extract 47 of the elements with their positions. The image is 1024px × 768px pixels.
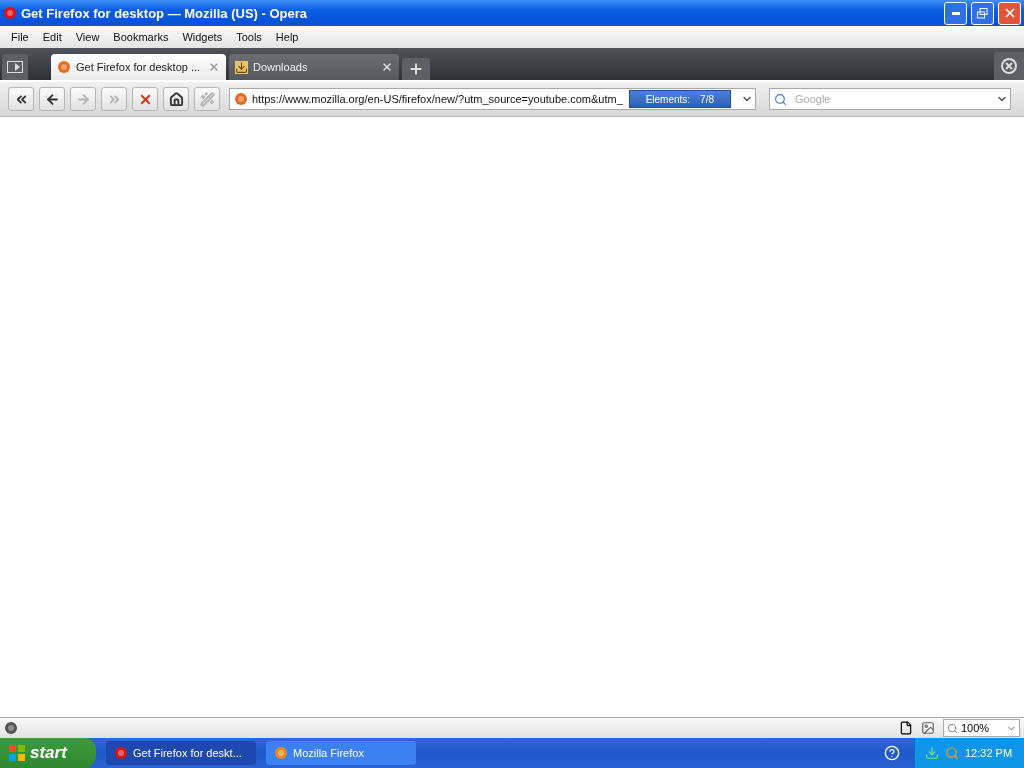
magnifier-icon <box>947 722 958 734</box>
minimize-button[interactable] <box>944 1 967 25</box>
menu-item[interactable]: File <box>4 31 36 43</box>
panel-icon <box>7 61 23 73</box>
taskbar-button[interactable]: Mozilla Firefox <box>266 741 416 765</box>
menu-item[interactable]: Edit <box>35 31 69 43</box>
help-icon[interactable] <box>884 745 900 761</box>
new-tab-button[interactable] <box>402 58 430 80</box>
browser-tab[interactable]: Downloads <box>229 54 399 80</box>
image-icon[interactable] <box>921 721 935 735</box>
menu-item[interactable]: Help <box>268 31 306 43</box>
close-icon[interactable] <box>208 61 220 73</box>
taskbar-button[interactable]: Get Firefox for deskt... <box>106 741 256 765</box>
stop-button[interactable] <box>132 87 158 111</box>
app-icon <box>3 6 17 20</box>
restore-icon <box>977 7 988 19</box>
menu-item[interactable]: View <box>68 31 107 43</box>
window-title: Get Firefox for desktop — Mozilla (US) - Opera <box>21 5 309 21</box>
home-button[interactable] <box>163 87 189 111</box>
panel-toggle-button[interactable] <box>2 54 28 80</box>
wand-icon <box>199 91 215 107</box>
plus-icon <box>408 61 424 77</box>
ring-icon <box>114 746 128 760</box>
forward-icon <box>75 91 91 107</box>
document-icon[interactable] <box>899 721 913 735</box>
close-button[interactable] <box>998 1 1021 25</box>
elements-badge: Elements: 7/8 <box>628 90 731 108</box>
search-icon <box>774 92 787 106</box>
circled-x-icon <box>1000 57 1018 75</box>
clock: 12:32 PM <box>965 747 1013 759</box>
zoom-field[interactable]: 100% <box>943 719 1020 737</box>
back-icon <box>44 91 60 107</box>
download-icon <box>235 60 248 74</box>
menu-item[interactable]: Widgets <box>175 31 230 43</box>
close-icon[interactable] <box>381 61 393 73</box>
address-field[interactable]: https://www.mozilla.org/en-US/firefox/new/?utm_source=youtube.com&utm_ Elements: 7/8 <box>229 88 756 110</box>
back-button[interactable] <box>39 87 65 111</box>
windows-logo-icon <box>8 744 26 762</box>
browser-tab[interactable]: Get Firefox for desktop ... <box>51 54 226 80</box>
rewind-button[interactable] <box>8 87 34 111</box>
home-icon <box>168 91 184 107</box>
minimize-icon <box>951 11 960 15</box>
menu-item[interactable]: Bookmarks <box>106 31 176 43</box>
menu-item[interactable]: Tools <box>229 31 269 43</box>
start-button[interactable]: start <box>0 738 96 768</box>
restore-button[interactable] <box>971 1 994 25</box>
search-bar[interactable]: Google <box>769 88 1011 110</box>
